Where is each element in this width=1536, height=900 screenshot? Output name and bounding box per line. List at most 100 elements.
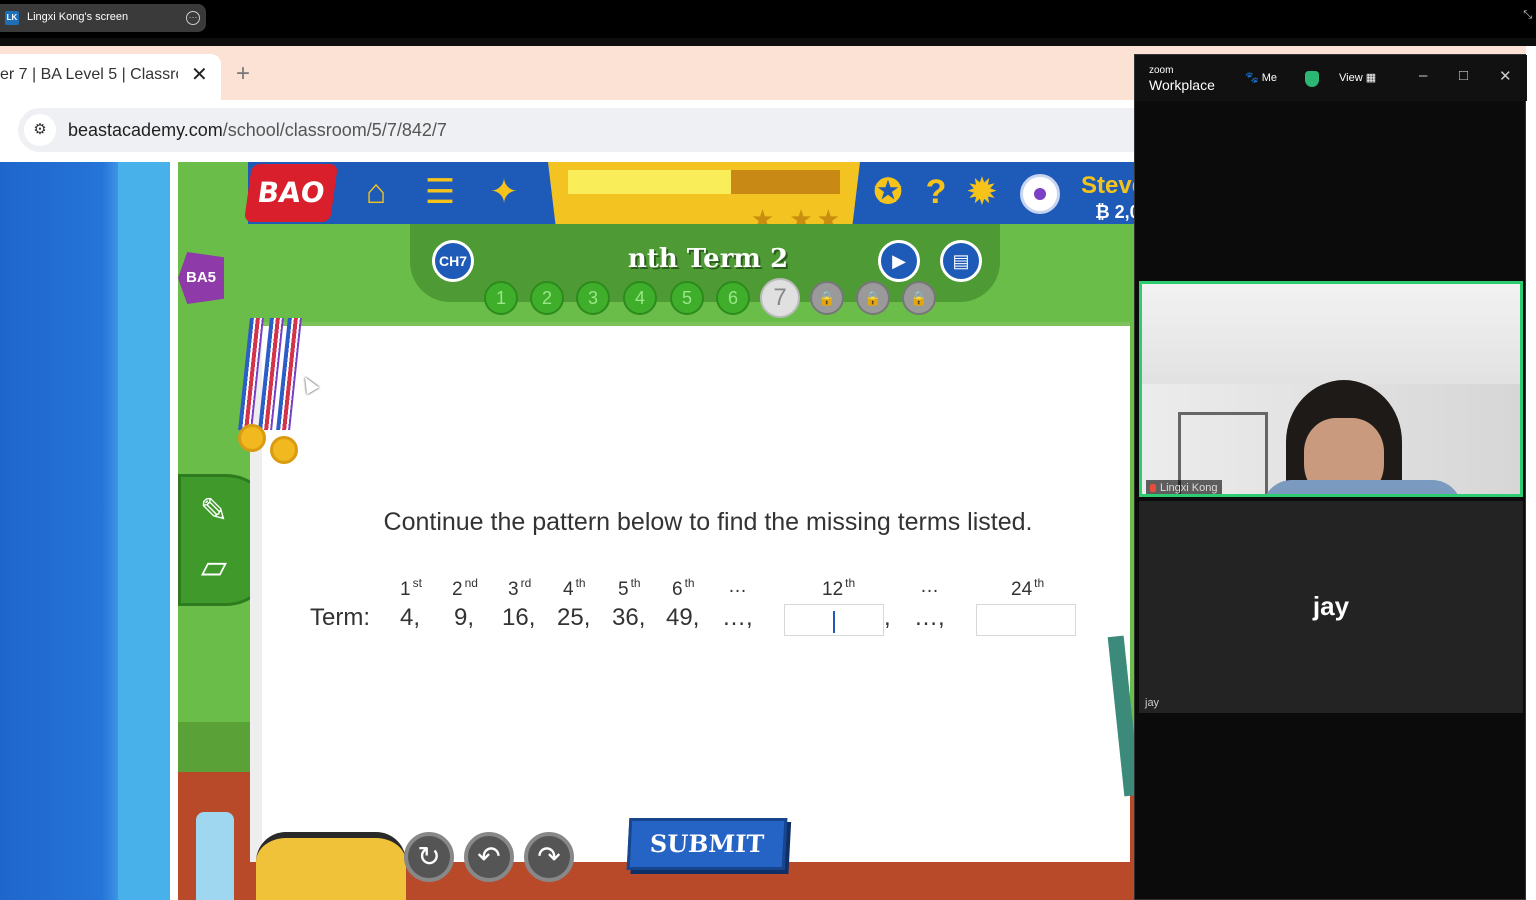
minimize-icon[interactable]: – — [1419, 67, 1427, 84]
term-value: 25, — [557, 604, 591, 631]
lock-icon[interactable]: 🔒 — [856, 281, 890, 315]
pencil-icon[interactable]: ✎ — [189, 491, 239, 531]
game-area: BAO ⌂ ☰ ✦ ★ ★★ ✪ ? ✹ Steve ₿ 2,0 CH7 nth… — [178, 162, 1138, 900]
award-icon[interactable]: ✪ — [868, 172, 908, 212]
ordinal-label: 5th — [618, 576, 641, 601]
video-tile-jay[interactable]: jay jay — [1139, 501, 1523, 713]
level-button[interactable]: 1 — [484, 281, 518, 315]
site-info-icon[interactable]: ⚙ — [24, 114, 56, 146]
participant-display-name: jay — [1312, 591, 1350, 621]
video-camera-icon[interactable]: ✦ — [482, 170, 526, 214]
coin-balance: ₿ 2,0 — [1095, 202, 1138, 222]
ordinal-number: … — [728, 576, 747, 597]
ordinal-number: 2 — [452, 579, 463, 600]
ordinal-suffix: th — [845, 576, 856, 590]
close-tab-icon[interactable]: ✕ — [191, 62, 208, 87]
zoom-share-bar: LK Lingxi Kong's screen ··· ⤡ — [0, 0, 1536, 38]
level-button[interactable]: 4 — [623, 281, 657, 315]
reset-icon[interactable]: ↻ — [404, 832, 454, 882]
water-bottle — [196, 812, 234, 900]
help-icon[interactable]: ? — [916, 172, 956, 212]
browser-edge — [1526, 46, 1536, 900]
level-button[interactable]: 3 — [576, 281, 610, 315]
more-dots-icon[interactable]: ··· — [186, 11, 200, 25]
bao-logo[interactable]: BAO — [243, 164, 339, 222]
submit-button[interactable]: SUBMIT — [626, 818, 788, 870]
guide-book-icon[interactable]: ▤ — [940, 240, 982, 282]
ordinal-suffix: th — [1034, 576, 1045, 590]
gear-icon[interactable]: ✹ — [962, 172, 1002, 212]
collapse-icon[interactable]: ⤡ — [1523, 9, 1532, 22]
ordinal-label: 24th — [1011, 576, 1044, 601]
screen-share-chip[interactable]: LK Lingxi Kong's screen ··· — [0, 4, 206, 32]
divider — [170, 162, 178, 900]
ordinal-number: 1 — [400, 579, 411, 600]
ordinal-suffix: nd — [464, 576, 478, 590]
progress-bar — [568, 170, 840, 194]
ordinal-number: 5 — [618, 579, 629, 600]
presenter-avatar: LK — [5, 11, 19, 25]
url-domain: beastacademy.com — [68, 120, 223, 140]
zoom-header: zoom Workplace 🐾 Me View ▦ – □ ✕ — [1135, 55, 1527, 101]
ordinal-number: 24 — [1011, 579, 1033, 600]
term-value: 16, — [502, 604, 536, 631]
term-value: 9, — [454, 604, 475, 631]
ordinal-number: 12 — [822, 579, 844, 600]
term-value: , — [884, 604, 891, 631]
term-label: Term: — [310, 604, 370, 631]
term-value: 36, — [612, 604, 646, 631]
ordinal-number: 6 — [672, 579, 683, 600]
level-button[interactable]: 7 — [760, 278, 800, 318]
text-caret — [833, 611, 835, 633]
term-value: 4, — [400, 604, 421, 631]
new-tab-button[interactable]: + — [236, 60, 250, 88]
chapter-button[interactable]: CH7 — [432, 240, 474, 282]
level-badge[interactable]: BA5 — [178, 252, 224, 304]
school-icon[interactable]: ⌂ — [354, 170, 398, 214]
play-icon[interactable]: ▶ — [878, 240, 920, 282]
ordinal-suffix: st — [412, 576, 422, 590]
level-button[interactable]: 5 — [670, 281, 704, 315]
view-label: View — [1339, 72, 1363, 84]
url-text: beastacademy.com/school/classroom/5/7/84… — [68, 120, 447, 141]
me-button[interactable]: 🐾 Me — [1245, 71, 1277, 84]
url-path: /school/classroom/5/7/842/7 — [222, 120, 447, 140]
eraser-icon[interactable]: ▱ — [189, 547, 239, 587]
security-shield-icon[interactable] — [1305, 71, 1319, 87]
lock-icon[interactable]: 🔒 — [810, 281, 844, 315]
video-tile-lingxi[interactable]: Lingxi Kong — [1139, 281, 1523, 497]
lock-icon[interactable]: 🔒 — [902, 281, 936, 315]
room-ceiling — [1142, 284, 1520, 394]
close-icon[interactable]: ✕ — [1499, 67, 1512, 85]
ordinal-label: 12th — [822, 576, 855, 601]
maximize-icon[interactable]: □ — [1459, 67, 1468, 84]
level-button[interactable]: 6 — [716, 281, 750, 315]
background-stripe — [118, 162, 170, 900]
term-value: 49, — [666, 604, 700, 631]
term-value: …, — [914, 604, 945, 631]
user-name: Steve — [1081, 172, 1138, 199]
view-button[interactable]: View ▦ — [1339, 71, 1376, 84]
level-button[interactable]: 2 — [530, 281, 564, 315]
ordinal-label: … — [728, 576, 747, 598]
answer-12th-input[interactable] — [784, 604, 884, 636]
medal-icon — [238, 424, 266, 452]
redo-icon[interactable]: ↷ — [524, 832, 574, 882]
zoom-window: zoom Workplace 🐾 Me View ▦ – □ ✕ Lingxi … — [1134, 54, 1527, 900]
ordinal-number: 3 — [508, 579, 519, 600]
tab-title: er 7 | BA Level 5 | Classroo — [0, 66, 178, 83]
answer-24th-input[interactable] — [976, 604, 1076, 636]
ordinal-suffix: th — [684, 576, 695, 590]
avatar[interactable] — [1020, 174, 1060, 214]
ordinal-suffix: rd — [520, 576, 532, 590]
undo-icon[interactable]: ↶ — [464, 832, 514, 882]
participant-name-tag: jay — [1145, 697, 1160, 709]
term-value: …, — [722, 604, 753, 631]
ordinal-label: 1st — [400, 576, 422, 601]
book-icon[interactable]: ☰ — [418, 170, 462, 214]
medal-icon — [270, 436, 298, 464]
screen: LK Lingxi Kong's screen ··· ⤡ er 7 | BA … — [0, 0, 1536, 900]
problem-prompt: Continue the pattern below to find the m… — [383, 508, 1033, 536]
browser-tab[interactable]: er 7 | BA Level 5 | Classroo ✕ — [0, 54, 221, 100]
ordinal-suffix: th — [575, 576, 586, 590]
